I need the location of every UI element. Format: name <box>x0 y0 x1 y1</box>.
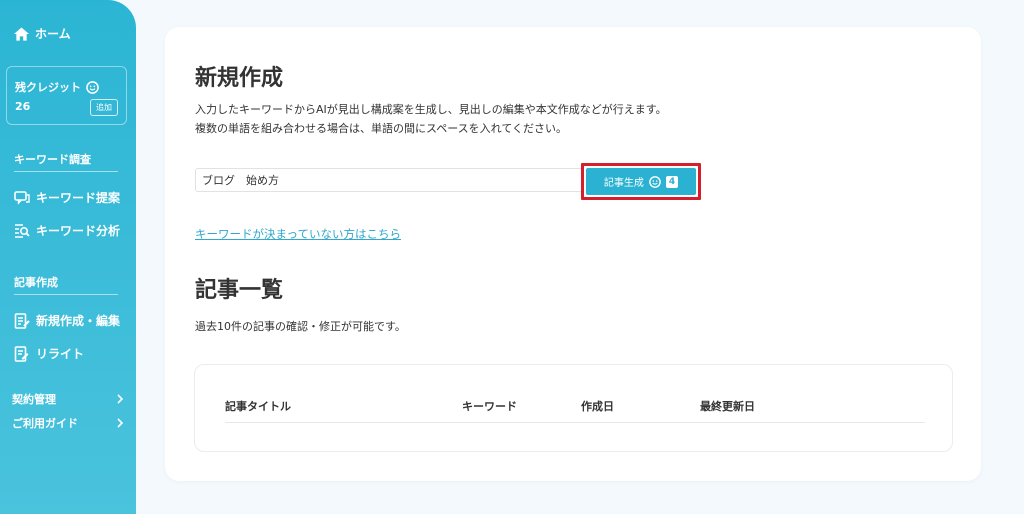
section-title-article: 記事作成 <box>14 276 58 289</box>
sidebar-item-label: リライト <box>36 347 85 361</box>
home-icon <box>14 26 29 41</box>
keyword-input[interactable] <box>195 168 583 192</box>
sidebar-link-contract[interactable]: 契約管理 <box>12 391 124 407</box>
keyword-help-link[interactable]: キーワードが決まっていない方はこちら <box>195 226 401 242</box>
column-header-keyword: キーワード <box>462 400 517 413</box>
chevron-right-icon <box>117 418 124 428</box>
sidebar-link-label: 契約管理 <box>12 393 56 406</box>
sidebar-item-home[interactable]: ホーム <box>14 25 71 42</box>
sidebar-item-label: ホーム <box>35 27 71 41</box>
credit-value: 26 <box>15 100 31 113</box>
generate-button-label: 記事生成 <box>603 178 644 189</box>
column-header-updated: 最終更新日 <box>700 400 755 413</box>
edit-doc-icon <box>14 312 30 329</box>
sidebar-item-keyword-analysis[interactable]: キーワード分析 <box>14 222 120 239</box>
section-divider <box>14 171 118 172</box>
credit-label-row: 残クレジット <box>15 79 99 95</box>
sidebar-item-new-edit[interactable]: 新規作成・編集 <box>14 312 120 329</box>
section-title-keyword: キーワード調査 <box>14 153 91 166</box>
smile-icon <box>649 175 661 188</box>
rewrite-icon <box>14 345 29 362</box>
credit-box: 残クレジット 26 追加 <box>6 66 127 125</box>
column-header-created: 作成日 <box>581 400 614 413</box>
sidebar: ホーム 残クレジット 26 追加 キーワード調査 キーワード提案 キーワード分析… <box>0 0 136 514</box>
sidebar-item-label: キーワード分析 <box>36 224 121 238</box>
main-card: 新規作成 入力したキーワードからAIが見出し構成案を生成し、見出しの編集や本文作… <box>165 27 981 481</box>
table-header-divider <box>225 422 925 423</box>
column-header-title: 記事タイトル <box>225 400 291 413</box>
article-list-description: 過去10件の記事の確認・修正が可能です。 <box>195 320 406 333</box>
new-article-description-2: 複数の単語を組み合わせる場合は、単語の間にスペースを入れてください。 <box>195 122 568 135</box>
sidebar-item-label: 新規作成・編集 <box>36 314 121 328</box>
article-table: 記事タイトル キーワード 作成日 最終更新日 <box>194 364 953 452</box>
chat-icon <box>14 190 30 205</box>
sidebar-link-label: ご利用ガイド <box>12 417 78 430</box>
chevron-right-icon <box>117 394 124 404</box>
search-list-icon <box>15 223 30 238</box>
sidebar-item-rewrite[interactable]: リライト <box>14 345 84 362</box>
sidebar-link-guide[interactable]: ご利用ガイド <box>12 415 124 431</box>
smile-icon <box>86 80 99 94</box>
generate-article-button[interactable]: 記事生成 4 <box>586 168 696 195</box>
article-list-title: 記事一覧 <box>195 278 284 303</box>
sidebar-item-keyword-suggest[interactable]: キーワード提案 <box>14 189 120 206</box>
credit-label: 残クレジット <box>15 81 81 94</box>
new-article-description-1: 入力したキーワードからAIが見出し構成案を生成し、見出しの編集や本文作成などが行… <box>195 103 667 116</box>
add-credit-button[interactable]: 追加 <box>90 99 118 116</box>
page-title: 新規作成 <box>195 66 284 91</box>
section-divider <box>14 294 118 295</box>
sidebar-item-label: キーワード提案 <box>36 191 121 205</box>
credit-count-badge: 4 <box>665 175 679 188</box>
